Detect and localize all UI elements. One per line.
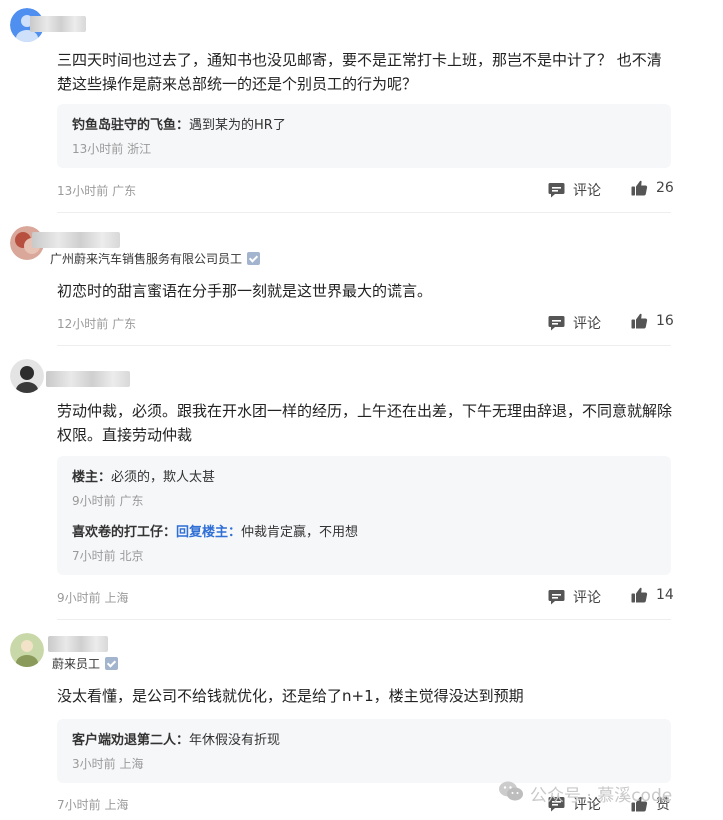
thumbs-up-icon [631,180,648,196]
verified-badge-icon [247,252,261,265]
reply-box: 楼主：必须的，欺人太甚 9小时前 广东 喜欢卷的打工仔：回复楼主：仲裁肯定赢，不… [57,456,671,575]
comment-meta: 7小时前 上海 [57,798,129,812]
username-blurred[interactable] [48,636,108,652]
thumbs-up-icon [631,587,648,603]
comment-meta: 13小时前 广东 [57,184,137,198]
reply-author[interactable]: 喜欢卷的打工仔： [72,525,176,540]
reply-item: 喜欢卷的打工仔：回复楼主：仲裁肯定赢，不用想 7小时前 北京 [72,521,661,563]
like-count: 14 [656,587,674,603]
comment-text: 三四天时间也过去了，通知书也没见邮寄，要不是正常打卡上班，那岂不是中计了？ 也不… [57,51,662,93]
divider [57,619,671,620]
like-button[interactable]: 14 [631,587,674,603]
reply-box: 钓鱼岛驻守的飞鱼：遇到某为的HR了 13小时前 浙江 [57,104,671,168]
watermark-text: 公众号 · 慕溪code [530,786,673,806]
reply-text: 年休假没有折现 [189,733,281,748]
reply-text: 必须的，欺人太甚 [111,470,216,485]
reply-author[interactable]: 客户端劝退第二人： [72,733,189,748]
reply-meta: 13小时前 浙江 [72,142,152,156]
comment-text: 劳动仲裁，必须。跟我在开水团一样的经历，上午还在出差，下午无理由辞退，不同意就解… [57,402,673,444]
company-tag: 广州蔚来汽车销售服务有限公司员工 [50,250,261,267]
divider [57,212,671,213]
divider [57,345,671,346]
verified-badge-icon [105,657,119,670]
watermark: 公众号 · 慕溪code [498,780,672,807]
avatar[interactable] [10,359,44,393]
reply-author[interactable]: 楼主： [72,470,111,485]
username-blurred[interactable] [46,371,130,387]
company-tag: 蔚来员工 [52,655,119,672]
comment-button[interactable]: 评论 [548,313,601,333]
reply-item: 楼主：必须的，欺人太甚 9小时前 广东 [72,466,661,508]
avatar[interactable] [10,633,44,667]
reply-text: 遇到某为的HR了 [189,118,286,133]
reply-to-link[interactable]: 回复楼主： [176,525,241,540]
thumbs-up-icon [631,313,648,329]
like-button[interactable]: 16 [631,313,674,329]
reply-meta: 3小时前 上海 [72,757,144,771]
reply-meta: 9小时前 广东 [72,494,144,508]
comment-label: 评论 [573,183,601,199]
comment-text: 没太看懂，是公司不给钱就优化，还是给了n+1，楼主觉得没达到预期 [57,687,524,705]
like-count: 16 [656,313,674,329]
reply-text: 仲裁肯定赢，不用想 [241,525,359,540]
reply-item: 客户端劝退第二人：年休假没有折现 3小时前 上海 [72,729,661,771]
wechat-icon [498,780,524,807]
reply-author[interactable]: 钓鱼岛驻守的飞鱼： [72,118,189,133]
comment-text: 初恋时的甜言蜜语在分手那一刻就是这世界最大的谎言。 [57,282,433,300]
reply-item: 钓鱼岛驻守的飞鱼：遇到某为的HR了 13小时前 浙江 [72,114,661,156]
comment-meta: 9小时前 上海 [57,591,129,605]
username-blurred[interactable] [32,232,120,248]
comment-button[interactable]: 评论 [548,587,601,607]
comment-label: 评论 [573,316,601,332]
comment-bubble-icon [548,589,565,605]
reply-meta: 7小时前 北京 [72,549,144,563]
username-blurred[interactable] [30,16,86,32]
comment-label: 评论 [573,590,601,606]
comment-button[interactable]: 评论 [548,180,601,200]
like-button[interactable]: 26 [631,180,674,196]
reply-box: 客户端劝退第二人：年休假没有折现 3小时前 上海 [57,719,671,783]
comment-bubble-icon [548,182,565,198]
comment-bubble-icon [548,315,565,331]
like-count: 26 [656,180,674,196]
comment-meta: 12小时前 广东 [57,317,137,331]
